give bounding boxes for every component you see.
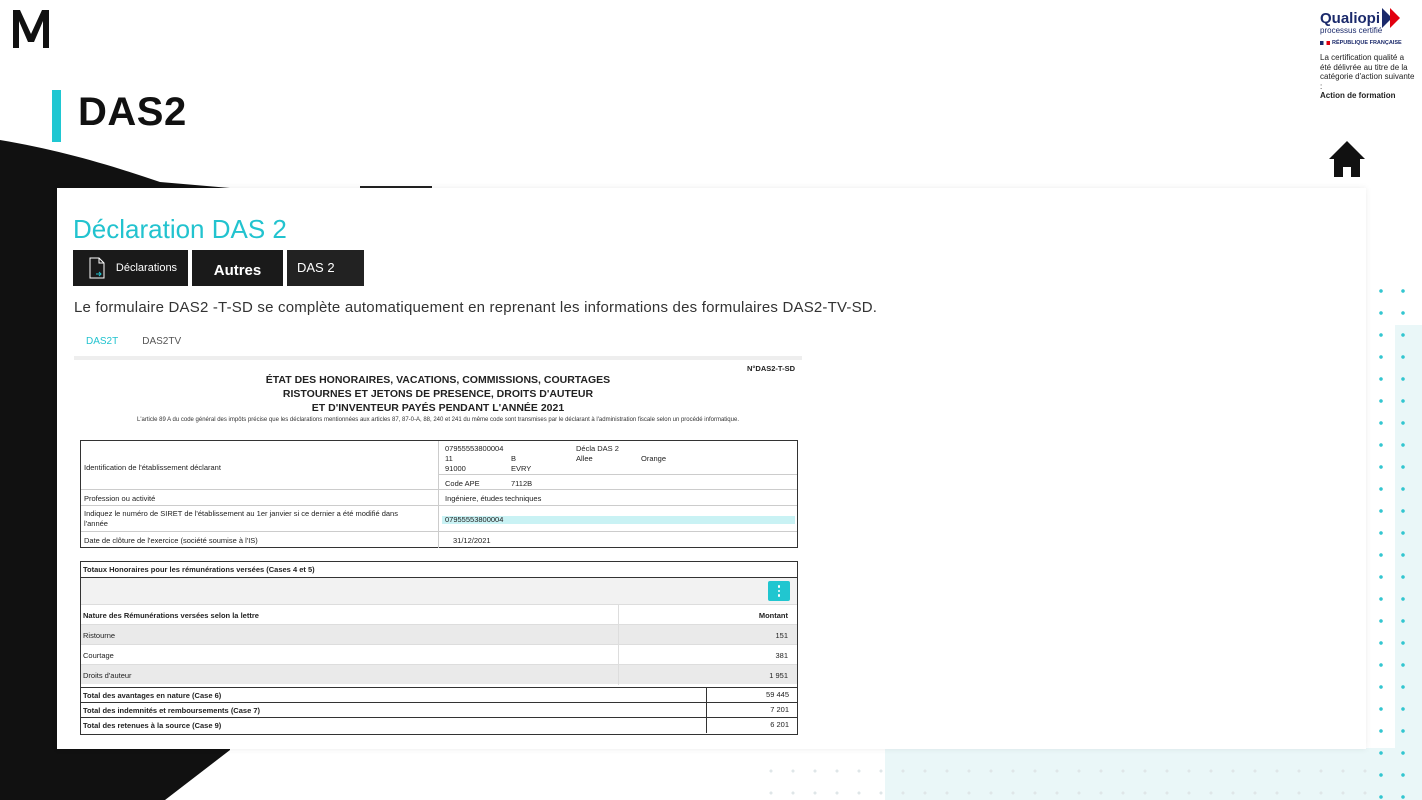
qualiopi-text: La certification qualité a été délivrée … bbox=[1320, 53, 1416, 101]
row-nature: Ristourne bbox=[83, 631, 116, 640]
form-tabs: DAS2T DAS2TV bbox=[74, 332, 193, 358]
column-divider bbox=[618, 665, 619, 685]
profession-value: Ingéniere, études techniques bbox=[445, 494, 542, 503]
row-divider bbox=[438, 474, 797, 475]
form-top-border bbox=[74, 356, 802, 360]
establishment-name: Décla DAS 2 bbox=[576, 444, 619, 453]
establishment-label: Identification de l'établissement déclar… bbox=[84, 463, 221, 472]
total-value: 6 201 bbox=[770, 720, 789, 729]
siret-input[interactable]: 07955553800004 bbox=[442, 515, 795, 524]
form-title-line-3: ET D'INVENTEUR PAYÉS PENDANT L'ANNÉE 202… bbox=[311, 402, 565, 414]
more-options-icon[interactable] bbox=[768, 581, 790, 601]
street-suffix: B bbox=[511, 454, 517, 463]
form-title-line-2: RISTOURNES ET JETONS DE PRESENCE, DROITS… bbox=[282, 388, 594, 400]
declarations-label: Déclarations bbox=[115, 262, 178, 274]
street-number: 11 bbox=[445, 454, 453, 463]
french-flag-icon bbox=[1320, 41, 1330, 45]
dot-pattern-bottom bbox=[760, 760, 1380, 800]
closing-date-label: Date de clôture de l'exercice (société s… bbox=[84, 536, 258, 545]
total-value: 59 445 bbox=[766, 690, 789, 699]
siret-change-label: Indiquez le numéro de SIRET de l'établis… bbox=[84, 509, 398, 528]
file-icon bbox=[89, 257, 105, 279]
row-nature: Droits d'auteur bbox=[83, 671, 132, 680]
republique-label: RÉPUBLIQUE FRANÇAISE bbox=[1320, 40, 1416, 46]
description-text: Le formulaire DAS2 -T-SD se complète aut… bbox=[74, 299, 878, 316]
row-divider bbox=[81, 505, 797, 506]
table-header-row: Nature des Rémunérations versées selon l… bbox=[81, 604, 797, 625]
total-label: Total des retenues à la source (Case 9) bbox=[83, 721, 222, 730]
establishment-box: Identification de l'établissement déclar… bbox=[80, 440, 798, 548]
column-nature-header: Nature des Rémunérations versées selon l… bbox=[83, 611, 259, 620]
qualiopi-description: La certification qualité a été délivrée … bbox=[1320, 53, 1415, 91]
das2-form: N°DAS2-T-SD ÉTAT DES HONORAIRES, VACATIO… bbox=[74, 356, 802, 742]
form-number: N°DAS2-T-SD bbox=[746, 364, 795, 373]
table-row[interactable]: Ristourne 151 bbox=[81, 624, 797, 645]
totals-box: Totaux Honoraires pour les rémunérations… bbox=[80, 561, 798, 735]
table-row[interactable]: Droits d'auteur 1 951 bbox=[81, 664, 797, 685]
total-label: Total des indemnités et remboursements (… bbox=[83, 706, 260, 715]
row-montant: 1 951 bbox=[769, 671, 788, 680]
title-accent-bar bbox=[52, 90, 61, 142]
tab-das2t[interactable]: DAS2T bbox=[74, 332, 131, 358]
qualiopi-name: Qualiopi bbox=[1320, 9, 1380, 27]
totals-title: Totaux Honoraires pour les rémunérations… bbox=[81, 562, 797, 578]
qualiopi-logo: Qualiopi bbox=[1320, 8, 1416, 28]
total-value: 7 201 bbox=[770, 705, 789, 714]
row-divider bbox=[81, 531, 797, 532]
total-label: Total des avantages en nature (Case 6) bbox=[83, 691, 222, 700]
home-icon[interactable] bbox=[1328, 140, 1366, 178]
postcode: 91000 bbox=[445, 464, 466, 473]
closing-date-value: 31/12/2021 bbox=[453, 536, 491, 545]
declaration-card: Déclaration DAS 2 Déclarations Autres DA… bbox=[57, 188, 1366, 749]
qualiopi-category: Action de formation bbox=[1320, 91, 1396, 100]
total-row-retenues: Total des retenues à la source (Case 9) … bbox=[81, 717, 797, 733]
column-divider bbox=[618, 625, 619, 645]
siret-input-value: 07955553800004 bbox=[445, 515, 504, 524]
das2-button[interactable]: DAS 2 bbox=[287, 250, 364, 286]
row-montant: 151 bbox=[775, 631, 788, 640]
column-montant-header: Montant bbox=[758, 611, 788, 620]
row-divider bbox=[81, 489, 797, 490]
column-divider bbox=[618, 605, 619, 625]
row-montant: 381 bbox=[775, 651, 788, 660]
dot-pattern bbox=[1370, 280, 1422, 800]
establishment-siret: 07955553800004 bbox=[445, 444, 504, 453]
street-name: Orange bbox=[641, 454, 667, 463]
qualiopi-subtitle: processus certifié bbox=[1320, 26, 1383, 35]
table-row[interactable]: Courtage 381 bbox=[81, 644, 797, 665]
page-title: DAS2 bbox=[78, 90, 187, 134]
ape-code: 7112B bbox=[511, 479, 533, 488]
city: EVRY bbox=[511, 464, 532, 473]
total-row-indemnites: Total des indemnités et remboursements (… bbox=[81, 702, 797, 718]
autres-button[interactable]: Autres bbox=[192, 250, 283, 286]
column-divider bbox=[706, 718, 707, 733]
street-type: Allee bbox=[576, 454, 593, 463]
card-heading: Déclaration DAS 2 bbox=[73, 214, 287, 244]
qualiopi-certification: Qualiopi processus certifié RÉPUBLIQUE F… bbox=[1320, 8, 1416, 101]
breadcrumb-buttons: Déclarations Autres DAS 2 bbox=[73, 250, 364, 286]
column-divider bbox=[618, 645, 619, 665]
qualiopi-arrows-icon bbox=[1382, 8, 1400, 28]
column-divider bbox=[706, 688, 707, 703]
republique-text: RÉPUBLIQUE FRANÇAISE bbox=[1332, 40, 1402, 46]
table-toolbar bbox=[81, 578, 797, 604]
tab-das2tv[interactable]: DAS2TV bbox=[130, 332, 193, 358]
declarations-button[interactable]: Déclarations bbox=[73, 250, 188, 286]
ape-label: Code APE bbox=[445, 479, 480, 488]
form-title-line-1: ÉTAT DES HONORAIRES, VACATIONS, COMMISSI… bbox=[265, 374, 611, 386]
column-divider bbox=[706, 703, 707, 718]
m-logo-icon bbox=[13, 10, 49, 48]
form-legal-note: L'article 89 A du code général des impôt… bbox=[137, 417, 739, 423]
total-row-avantages: Total des avantages en nature (Case 6) 5… bbox=[81, 687, 797, 703]
profession-label: Profession ou activité bbox=[84, 494, 156, 503]
row-nature: Courtage bbox=[83, 651, 114, 660]
